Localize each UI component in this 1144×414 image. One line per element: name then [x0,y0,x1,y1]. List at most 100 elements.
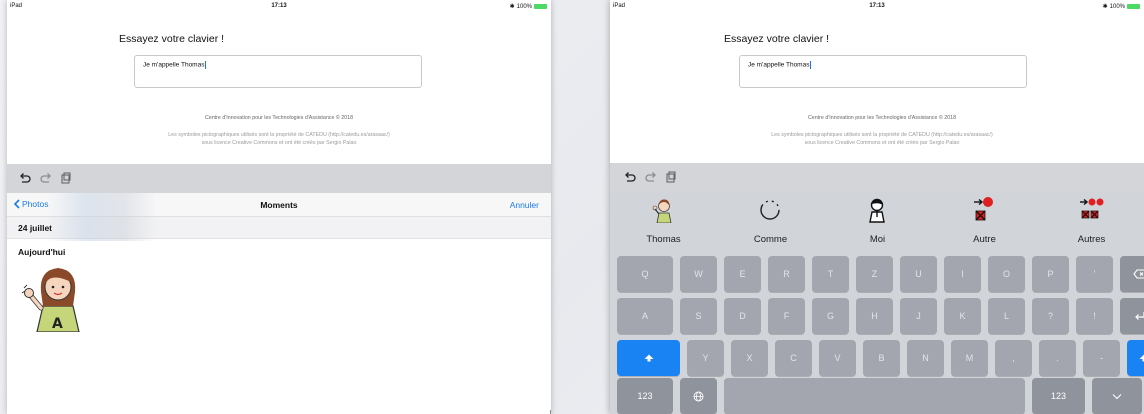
status-battery: ✱ 100% [1103,3,1140,10]
shortcut-toolbar [7,164,551,193]
key-comma[interactable]: , [995,340,1032,376]
key-b[interactable]: B [863,340,900,376]
license-line-1: Les symboles pictographiques utilisés so… [771,132,993,138]
key-j[interactable]: J [900,298,937,334]
key-c[interactable]: C [775,340,812,376]
blur-overlay [47,193,157,241]
key-period[interactable]: . [1039,340,1076,376]
key-o[interactable]: O [988,256,1025,292]
return-icon [1135,312,1144,320]
ipad-screen-photo-picker: iPad 17:13 ✱ 100% Essayez votre clavier … [7,0,551,414]
cancel-button[interactable]: Annuler [510,200,539,210]
keyboard: Q W E R T Z U I O P ' A S D F G H J K L … [610,250,1144,414]
key-w[interactable]: W [680,256,717,292]
key-q[interactable]: Q [617,256,673,292]
suggestion-label: Comme [753,234,788,245]
globe-icon [693,391,704,401]
person-waving-pictogram-icon [652,199,672,223]
key-f[interactable]: F [768,298,805,334]
battery-icon [534,4,547,9]
status-time: 17:13 [869,3,885,9]
return-key[interactable] [1120,298,1144,334]
key-i[interactable]: I [944,256,981,292]
suggestion-label: Autre [973,234,996,245]
bluetooth-icon: ✱ [1102,4,1108,10]
key-m[interactable]: M [951,340,988,376]
ipad-screen-keyboard: iPad 17:13 ✱ 100% Essayez votre clavier … [610,0,1144,414]
key-d[interactable]: D [724,298,761,334]
key-question[interactable]: ? [1032,298,1069,334]
key-exclamation[interactable]: ! [1076,298,1113,334]
key-x[interactable]: X [731,340,768,376]
shift-key-right[interactable] [1127,340,1144,376]
undo-icon[interactable] [18,171,32,185]
status-battery: ✱ 100% [510,3,547,10]
others-pictogram-icon [1080,198,1104,219]
key-s[interactable]: S [680,298,717,334]
credit-text: Centre d'Innovation pour les Technologie… [807,115,957,121]
key-a[interactable]: A [617,298,673,334]
section-label: Aujourd'hui [18,247,66,257]
page-title: Essayez votre clavier ! [119,33,225,45]
numbers-key-right[interactable]: 123 [1032,378,1085,414]
key-k[interactable]: K [944,298,981,334]
key-t[interactable]: T [812,256,849,292]
text-input[interactable]: Je m'appelle Thomas [739,55,1027,88]
suggestion-bar: Thomas Comme Moi Autre Autres [610,192,1144,250]
key-hyphen[interactable]: - [1083,340,1120,376]
key-y[interactable]: Y [687,340,724,376]
self-pointing-pictogram-icon [869,198,885,223]
key-g[interactable]: G [812,298,849,334]
space-bar[interactable] [724,378,1025,414]
suggestion-label: Thomas [646,234,681,245]
key-z[interactable]: Z [856,256,893,292]
redo-icon[interactable] [644,170,658,184]
photo-thumbnail[interactable]: A [21,262,91,332]
key-h[interactable]: H [856,298,893,334]
license-line-2: sous licence Creative Commons et ont été… [201,140,357,146]
suggestion-comme[interactable]: Comme [717,192,824,250]
globe-key[interactable] [680,378,717,414]
suggestion-autre[interactable]: Autre [931,192,1038,250]
suggestion-label: Autres [1077,234,1106,245]
bluetooth-icon: ✱ [509,4,515,10]
battery-percent: 100% [516,3,532,10]
dashed-circle-pictogram-icon [760,200,780,220]
status-bar: iPad 17:13 ✱ 100% [7,0,551,13]
suggestion-autres[interactable]: Autres [1038,192,1144,250]
numbers-key-left[interactable]: 123 [617,378,673,414]
undo-icon[interactable] [623,170,637,184]
backspace-icon [1133,269,1144,279]
key-e[interactable]: E [724,256,761,292]
text-caret [205,61,207,69]
backspace-key[interactable] [1120,256,1144,292]
dismiss-keyboard-key[interactable] [1092,378,1142,414]
key-r[interactable]: R [768,256,805,292]
shift-icon [644,354,653,362]
suggestion-moi[interactable]: Moi [824,192,931,250]
status-bar: iPad 17:13 ✱ 100% [610,0,1144,13]
key-p[interactable]: P [1032,256,1069,292]
shift-icon [1139,354,1144,362]
key-n[interactable]: N [907,340,944,376]
credit-text: Centre d'Innovation pour les Technologie… [204,115,354,121]
license-line-1: Les symboles pictographiques utilisés so… [168,132,390,138]
suggestion-label: Moi [869,234,886,245]
redo-icon[interactable] [39,171,53,185]
shift-key-left[interactable] [617,340,680,376]
key-apostrophe[interactable]: ' [1076,256,1113,292]
battery-icon [1127,4,1140,9]
key-l[interactable]: L [988,298,1025,334]
key-v[interactable]: V [819,340,856,376]
text-input[interactable]: Je m'appelle Thomas [134,55,422,88]
scroll-indicator [550,410,551,414]
suggestion-thomas[interactable]: Thomas [610,192,717,250]
paste-icon[interactable] [59,171,73,185]
key-u[interactable]: U [900,256,937,292]
text-caret [810,61,812,69]
page-title: Essayez votre clavier ! [724,33,830,45]
paste-icon[interactable] [664,170,678,184]
input-value: Je m'appelle Thomas [748,61,810,69]
license-line-2: sous licence Creative Commons et ont été… [804,140,960,146]
input-value: Je m'appelle Thomas [143,61,205,69]
